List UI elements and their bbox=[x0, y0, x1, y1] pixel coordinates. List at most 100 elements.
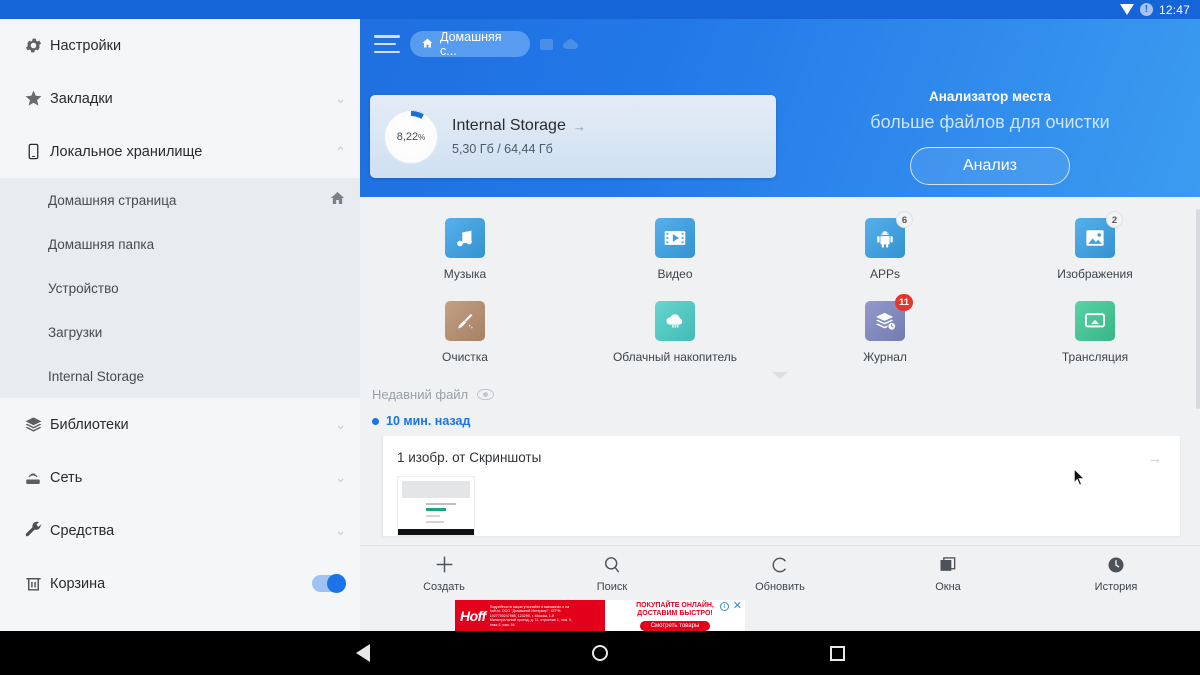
sidebar-item-tools[interactable]: Средства ⌄ bbox=[0, 504, 360, 557]
sidebar-subitem-label: Домашняя папка bbox=[48, 236, 155, 252]
bottombar-label: История bbox=[1094, 580, 1138, 593]
star-icon bbox=[16, 89, 50, 108]
sidebar-item-trash[interactable]: Корзина bbox=[0, 557, 360, 610]
app-tile-images[interactable]: 2 Изображения bbox=[990, 211, 1200, 285]
storage-donut: 8,22% bbox=[384, 109, 438, 164]
bottombar-search[interactable]: Поиск bbox=[528, 554, 696, 593]
recent-file-thumbnail[interactable] bbox=[397, 476, 475, 536]
sidebar-item-label: Корзина bbox=[50, 575, 106, 592]
bottom-toolbar: Создать Поиск Обновить Окна История bbox=[360, 545, 1200, 600]
bottombar-label: Окна bbox=[935, 580, 961, 593]
layers-icon bbox=[16, 415, 50, 434]
app-grid-row: Очистка Облачный накопитель 11 Журнал Тр… bbox=[360, 294, 1200, 368]
sidebar-item-home-page[interactable]: Домашняя страница bbox=[0, 178, 360, 222]
cloud-icon[interactable] bbox=[563, 39, 578, 49]
network-icon bbox=[16, 469, 50, 487]
chevron-down-icon bbox=[772, 372, 788, 379]
chevron-down-icon: ⌄ bbox=[335, 469, 346, 485]
recent-timeline-group: 10 мин. назад bbox=[372, 414, 1200, 428]
storage-text: Internal Storage → 5,30 Гб / 64,44 Гб bbox=[452, 117, 586, 156]
sidebar-item-internal-storage[interactable]: Internal Storage bbox=[0, 354, 360, 398]
phone-icon bbox=[16, 142, 50, 161]
history-stack-icon: 11 bbox=[865, 294, 913, 341]
bottombar-windows[interactable]: Окна bbox=[864, 554, 1032, 593]
panel-scrollbar[interactable] bbox=[1196, 209, 1200, 409]
ad-fine-print: Подробности акции уточняйте в магазинах … bbox=[489, 604, 573, 627]
ad-headline-2: ДОСТАВИМ БЫСТРО! bbox=[637, 610, 713, 617]
ad-cta-button[interactable]: Смотреть товары bbox=[639, 620, 711, 631]
tab-label: Домашняя с... bbox=[440, 30, 502, 58]
sidebar[interactable]: Настройки Закладки ⌄ Локальное хранилище… bbox=[0, 19, 360, 631]
sidebar-item-home-folder[interactable]: Домашняя папка bbox=[0, 222, 360, 266]
window-icon[interactable] bbox=[540, 38, 553, 50]
hamburger-icon[interactable] bbox=[374, 35, 400, 53]
app-tile-label: Журнал bbox=[863, 350, 907, 364]
recent-timestamp: 10 мин. назад bbox=[386, 414, 471, 428]
alert-icon: ! bbox=[1139, 3, 1153, 16]
arrow-right-icon: → bbox=[572, 118, 586, 134]
recent-files-title: Недавний файл bbox=[372, 387, 469, 402]
timeline-dot bbox=[372, 417, 379, 425]
tab-home[interactable]: Домашняя с... bbox=[410, 30, 530, 58]
sidebar-subitem-label: Устройство bbox=[48, 280, 119, 296]
analyzer-title: Анализатор места bbox=[929, 89, 1051, 104]
eye-icon[interactable] bbox=[477, 389, 495, 400]
video-icon bbox=[655, 218, 695, 258]
recent-file-card[interactable]: 1 изобр. от Скриншоты → bbox=[382, 436, 1180, 536]
ad-banner[interactable]: Hoff Подробности акции уточняйте в магаз… bbox=[455, 600, 745, 632]
sidebar-item-local-storage[interactable]: Локальное хранилище ⌃ bbox=[0, 125, 360, 178]
sidebar-item-label: Локальное хранилище bbox=[50, 143, 203, 160]
app-tile-cloud-storage[interactable]: Облачный накопитель bbox=[570, 295, 780, 368]
sidebar-item-downloads[interactable]: Загрузки bbox=[0, 310, 360, 354]
sidebar-item-label: Сеть bbox=[50, 469, 83, 486]
app-tile-label: APPs bbox=[869, 267, 900, 281]
sidebar-item-label: Библиотеки bbox=[50, 416, 129, 433]
sidebar-item-label: Закладки bbox=[50, 90, 113, 107]
badge-count: 11 bbox=[894, 294, 913, 311]
app-tile-video[interactable]: Видео bbox=[570, 212, 780, 285]
bottombar-refresh[interactable]: Обновить bbox=[696, 554, 864, 593]
sidebar-item-network[interactable]: Сеть ⌄ bbox=[0, 451, 360, 504]
top-toolbar: Домашняя с... bbox=[360, 19, 1200, 69]
home-icon[interactable] bbox=[591, 645, 608, 661]
storage-percent: 8,22% bbox=[396, 130, 426, 143]
recents-icon[interactable] bbox=[829, 645, 845, 661]
app-tile-journal[interactable]: 11 Журнал bbox=[780, 294, 990, 368]
info-icon[interactable]: i bbox=[720, 602, 729, 611]
back-icon[interactable] bbox=[355, 644, 370, 662]
arrow-right-icon[interactable]: → bbox=[1147, 450, 1162, 467]
sidebar-subitem-label: Загрузки bbox=[48, 324, 103, 340]
cast-icon bbox=[1075, 301, 1115, 341]
sidebar-item-label: Средства bbox=[50, 522, 115, 539]
ad-logo: Hoff bbox=[460, 608, 486, 624]
status-time: 12:47 bbox=[1158, 2, 1190, 17]
ad-headline-1: ПОКУПАЙТЕ ОНЛАЙН, bbox=[636, 601, 714, 609]
sidebar-item-settings[interactable]: Настройки bbox=[0, 19, 360, 72]
recent-file-title: 1 изобр. от Скриншоты bbox=[397, 450, 542, 465]
chevron-down-icon: ⌄ bbox=[335, 90, 346, 106]
app-tile-apps[interactable]: 6 APPs bbox=[780, 211, 990, 285]
sidebar-item-device[interactable]: Устройство bbox=[0, 266, 360, 310]
app-tile-cleanup[interactable]: Очистка bbox=[360, 295, 570, 368]
app-tile-label: Видео bbox=[657, 267, 693, 281]
sidebar-subgroup-local-storage: Домашняя страница Домашняя папка Устройс… bbox=[0, 178, 360, 398]
analyze-button[interactable]: Анализ bbox=[910, 147, 1070, 185]
main-panel: Домашняя с... 8,22% Internal Storage → 5… bbox=[360, 19, 1200, 631]
close-icon[interactable]: ✕ bbox=[733, 601, 742, 612]
chevron-up-icon: ⌃ bbox=[335, 143, 346, 159]
mouse-cursor bbox=[1073, 468, 1086, 486]
wifi-icon bbox=[1119, 4, 1134, 15]
chevron-down-icon: ⌄ bbox=[335, 522, 346, 538]
sidebar-item-bookmarks[interactable]: Закладки ⌄ bbox=[0, 72, 360, 125]
app-tile-label: Трансляция bbox=[1061, 350, 1129, 364]
app-tile-cast[interactable]: Трансляция bbox=[990, 295, 1200, 368]
bottombar-label: Обновить bbox=[755, 580, 805, 593]
app-tile-music[interactable]: Музыка bbox=[360, 212, 570, 285]
bottombar-history[interactable]: История bbox=[1032, 554, 1200, 593]
storage-card[interactable]: 8,22% Internal Storage → 5,30 Гб / 64,44… bbox=[370, 95, 776, 178]
sidebar-item-libraries[interactable]: Библиотеки ⌄ bbox=[0, 398, 360, 451]
home-icon bbox=[421, 37, 434, 52]
collapse-grid-button[interactable] bbox=[360, 372, 1200, 379]
bottombar-create[interactable]: Создать bbox=[360, 554, 528, 593]
trash-toggle[interactable] bbox=[312, 574, 346, 593]
